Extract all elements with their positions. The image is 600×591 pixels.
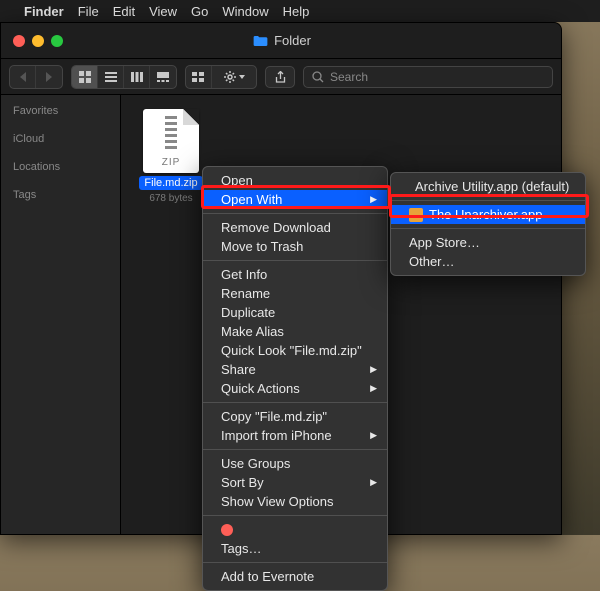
group-action-segment [185,65,257,89]
menu-window[interactable]: Window [222,4,268,19]
ctx-separator [391,228,585,229]
ctx-get-info[interactable]: Get Info [203,265,387,284]
file-size-label: 678 bytes [149,193,192,204]
ctx-separator [203,260,387,261]
menu-help[interactable]: Help [283,4,310,19]
open-with-archive-utility[interactable]: Archive Utility.app (default) [391,177,585,196]
menu-file[interactable]: File [78,4,99,19]
back-button[interactable] [10,66,36,88]
ctx-remove-download[interactable]: Remove Download [203,218,387,237]
ctx-open[interactable]: Open [203,171,387,190]
ctx-separator [203,213,387,214]
close-button[interactable] [13,35,25,47]
file-name-label: File.md.zip [139,176,202,190]
nav-buttons [9,65,63,89]
ctx-open-with[interactable]: Open With▶ [203,190,387,209]
menu-view[interactable]: View [149,4,177,19]
view-mode-segment [71,65,177,89]
open-with-submenu: Archive Utility.app (default) The Unarch… [390,172,586,276]
file-type-badge: ZIP [143,157,199,168]
ctx-make-alias[interactable]: Make Alias [203,322,387,341]
submenu-arrow-icon: ▶ [370,194,377,205]
sidebar-section-favorites[interactable]: Favorites [13,105,108,117]
ctx-import-iphone[interactable]: Import from iPhone▶ [203,426,387,445]
traffic-lights [1,35,63,47]
action-menu-button[interactable] [212,66,256,88]
sidebar-section-locations[interactable]: Locations [13,161,108,173]
open-with-other[interactable]: Other… [391,252,585,271]
ctx-duplicate[interactable]: Duplicate [203,303,387,322]
context-menu: Open Open With▶ Remove Download Move to … [202,166,388,591]
search-icon [312,71,324,83]
unarchiver-icon [409,208,423,222]
submenu-arrow-icon: ▶ [370,477,377,488]
search-field[interactable]: Search [303,66,553,88]
submenu-arrow-icon: ▶ [370,383,377,394]
ctx-copy[interactable]: Copy "File.md.zip" [203,407,387,426]
ctx-add-to-evernote[interactable]: Add to Evernote [203,567,387,586]
forward-button[interactable] [36,66,62,88]
ctx-tag-colors[interactable] [203,520,387,539]
ctx-quick-look[interactable]: Quick Look "File.md.zip" [203,341,387,360]
window-title: Folder [274,33,311,48]
menu-edit[interactable]: Edit [113,4,135,19]
group-button[interactable] [186,66,212,88]
open-with-the-unarchiver[interactable]: The Unarchiver.app [391,205,585,224]
ctx-sort-by[interactable]: Sort By▶ [203,473,387,492]
minimize-button[interactable] [32,35,44,47]
ctx-separator [203,515,387,516]
app-name[interactable]: Finder [24,4,64,19]
file-item[interactable]: ZIP File.md.zip 678 bytes [135,109,207,204]
ctx-show-view-options[interactable]: Show View Options [203,492,387,511]
column-view-button[interactable] [124,66,150,88]
sidebar-section-icloud[interactable]: iCloud [13,133,108,145]
share-button[interactable] [265,66,295,88]
ctx-move-to-trash[interactable]: Move to Trash [203,237,387,256]
ctx-separator [203,562,387,563]
ctx-separator [203,449,387,450]
zoom-button[interactable] [51,35,63,47]
sidebar: Favorites iCloud Locations Tags [1,95,121,534]
list-view-button[interactable] [98,66,124,88]
menu-go[interactable]: Go [191,4,208,19]
submenu-arrow-icon: ▶ [370,364,377,375]
ctx-quick-actions[interactable]: Quick Actions▶ [203,379,387,398]
ctx-separator [391,200,585,201]
sidebar-section-tags[interactable]: Tags [13,189,108,201]
toolbar: Search [1,59,561,95]
tag-dot-red-icon [221,524,233,536]
ctx-separator [203,402,387,403]
ctx-rename[interactable]: Rename [203,284,387,303]
ctx-share[interactable]: Share▶ [203,360,387,379]
zip-file-icon: ZIP [143,109,199,173]
ctx-tags[interactable]: Tags… [203,539,387,558]
folder-icon [253,35,268,47]
open-with-app-store[interactable]: App Store… [391,233,585,252]
icon-view-button[interactable] [72,66,98,88]
ctx-use-groups[interactable]: Use Groups [203,454,387,473]
search-placeholder: Search [330,70,368,84]
macos-menubar: Finder File Edit View Go Window Help [0,0,600,22]
titlebar: Folder [1,23,561,59]
gallery-view-button[interactable] [150,66,176,88]
submenu-arrow-icon: ▶ [370,430,377,441]
